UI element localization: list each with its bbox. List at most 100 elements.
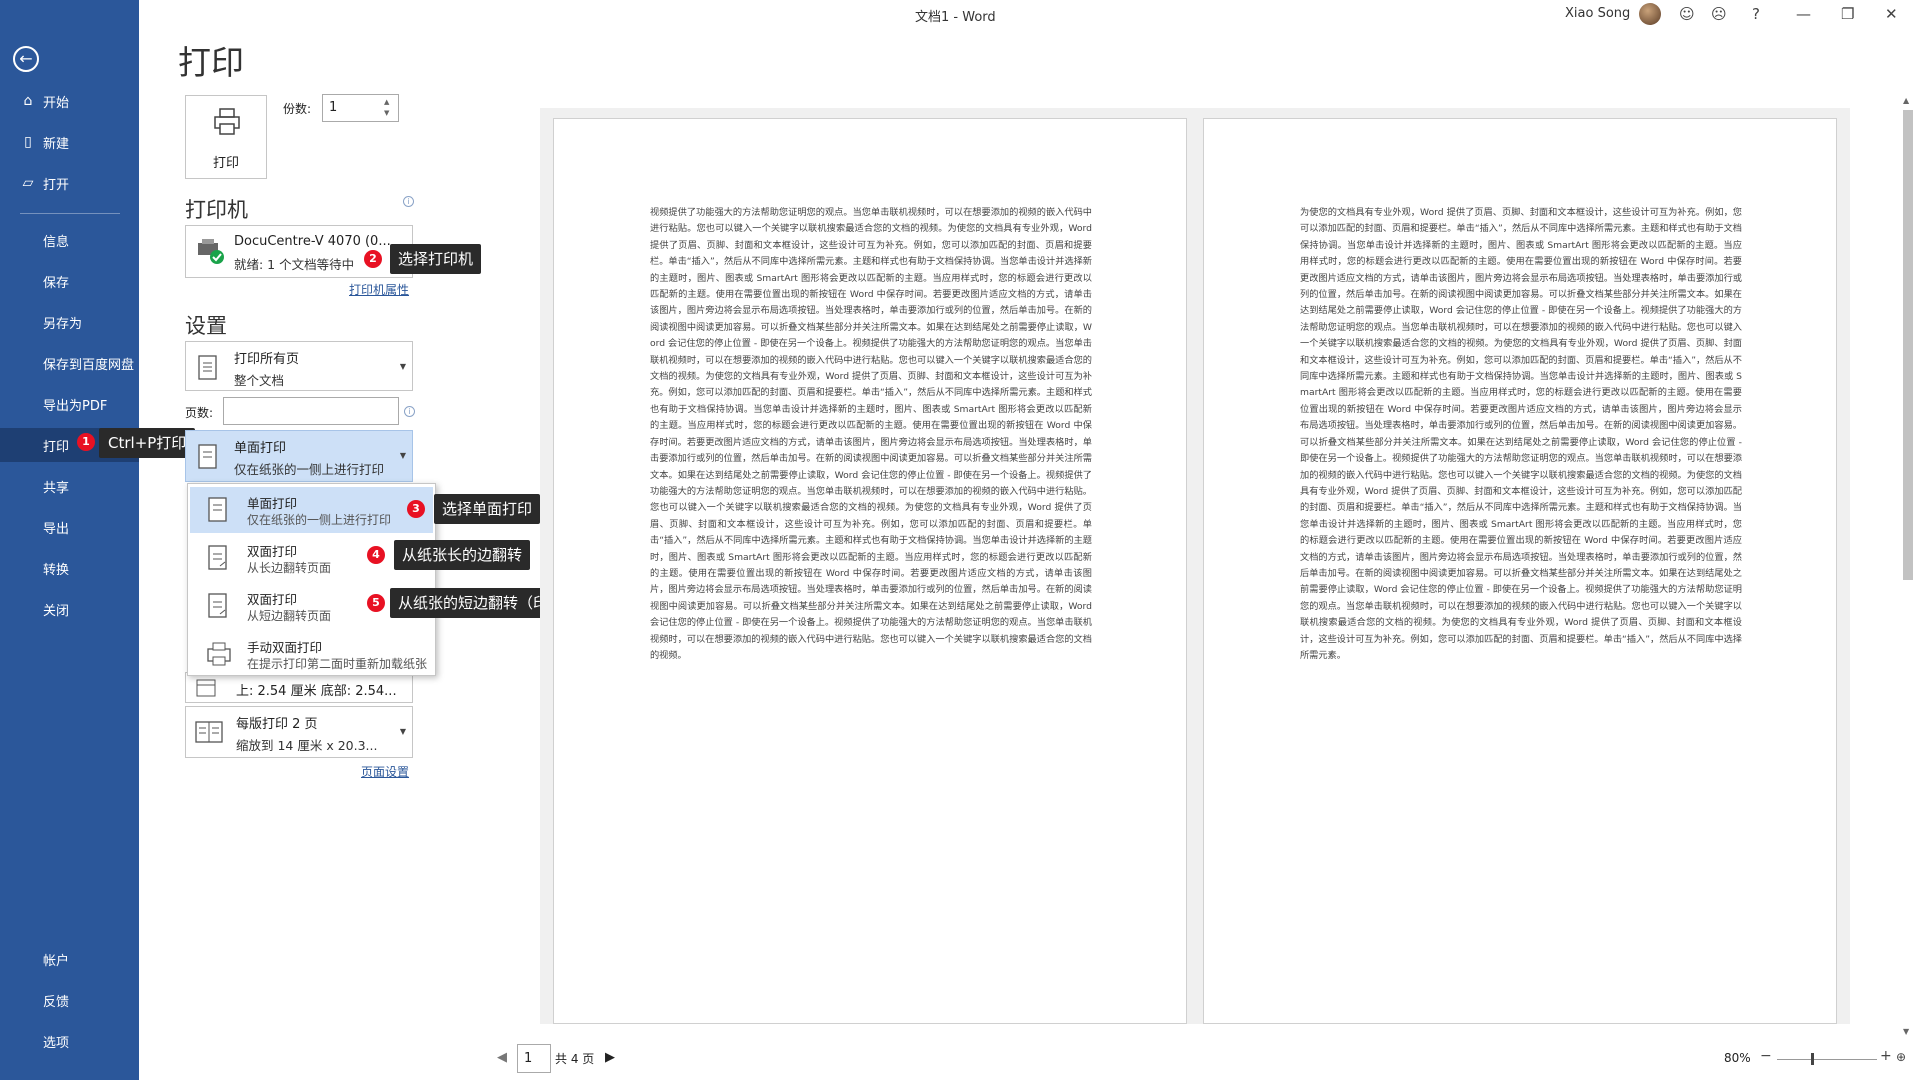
printer-properties-link[interactable]: 打印机属性 [349,281,409,298]
sidebar-item-label: 选项 [43,1035,70,1051]
scroll-thumb[interactable] [1903,110,1913,580]
sidebar-item-label: 导出为PDF [43,398,108,414]
printer-name: DocuCentre-V 4070 (0... [234,234,391,249]
page-number-input[interactable]: 1 [517,1044,551,1073]
open-folder-icon: ▱ [22,175,34,191]
sidebar-item-info[interactable]: 信息 [0,223,139,257]
sidebar-item-label: 打印 [43,439,70,455]
menu-item-sub: 从长边翻转页面 [247,561,332,575]
print-button[interactable]: 打印 [185,95,267,179]
menu-item-manual-duplex[interactable]: 手动双面打印 在提示打印第二面时重新加载纸张 [190,631,433,677]
one-sided-callout: 选择单面打印 [434,494,541,524]
sidebar-item-export[interactable]: 导出 [0,510,139,544]
sidebar-item-share[interactable]: 共享 [0,469,139,503]
sidebar-item-label: 共享 [43,480,70,496]
scroll-up-icon[interactable]: ▲ [1903,96,1909,105]
step-badge: 4 [367,546,385,564]
menu-item-sub: 在提示打印第二面时重新加载纸张 [247,657,428,671]
sidebar-item-open[interactable]: ▱ 打开 [0,166,139,200]
sidebar-item-label: 帐户 [43,953,70,969]
zoom-slider[interactable] [1777,1059,1877,1060]
total-pages: 共 4 页 [555,1052,595,1066]
one-sided-icon [208,497,227,522]
home-icon: ⌂ [23,93,33,109]
previous-page-icon[interactable]: ◀ [497,1050,507,1065]
scroll-down-icon[interactable]: ▼ [1903,1027,1909,1036]
backstage-sidebar: ← ⌂ 开始 ▯ 新建 ▱ 打开 信息 保存 另存为 保存到百度网盘 导出为PD… [0,0,139,1080]
new-doc-icon: ▯ [24,134,32,150]
print-range-sub: 整个文档 [234,373,285,388]
zoom-in-icon[interactable]: + [1880,1048,1892,1064]
step-badge: 2 [364,250,382,268]
zoom-to-page-icon[interactable]: ⊕ [1896,1050,1906,1064]
margins-text: 上: 2.54 厘米 底部: 2.54... [236,684,397,699]
zoom-level[interactable]: 80% [1724,1051,1751,1065]
page-text: 视频提供了功能强大的方法帮助您证明您的观点。当您单击联机视频时，可以在想要添加的… [650,207,1092,661]
chevron-down-icon: ▼ [399,727,406,736]
menu-item-main: 双面打印 [247,592,298,607]
pages-per-sheet-sub: 缩放到 14 厘米 x 20.3... [236,738,378,753]
sidebar-item-close[interactable]: 关闭 [0,592,139,626]
close-icon[interactable]: ✕ [1885,4,1898,24]
sidebar-item-convert[interactable]: 转换 [0,551,139,585]
pages-label: 页数: [185,406,214,420]
page-setup-link[interactable]: 页面设置 [361,763,409,780]
menu-item-sub: 从短边翻转页面 [247,609,332,623]
sidebar-item-home[interactable]: ⌂ 开始 [0,84,139,118]
sidebar-item-label: 另存为 [43,316,83,332]
info-icon[interactable]: i [404,406,415,417]
two-pages-icon [195,721,223,743]
sidebar-divider [20,213,120,214]
frown-icon[interactable]: ☹ [1711,4,1727,24]
next-page-icon[interactable]: ▶ [605,1050,615,1065]
copies-stepper-icon[interactable]: ▲ ▼ [384,97,389,119]
printer-icon [214,108,240,135]
manual-duplex-icon [207,642,231,666]
sidebar-item-label: 信息 [43,234,70,250]
preview-page: 视频提供了功能强大的方法帮助您证明您的观点。当您单击联机视频时，可以在想要添加的… [553,118,1187,1024]
info-icon[interactable]: i [403,196,414,207]
step-badge: 1 [77,433,95,451]
sidebar-item-export-pdf[interactable]: 导出为PDF [0,387,139,421]
preview-page: 为使您的文档具有专业外观，Word 提供了页眉、页脚、封面和文本框设计，这些设计… [1203,118,1837,1024]
sidebar-item-label: 转换 [43,562,70,578]
sidebar-item-label: 新建 [43,136,70,152]
sidebar-item-account[interactable]: 帐户 [0,942,139,976]
sided-print-sub: 仅在纸张的一侧上进行打印 [234,462,385,477]
sidebar-item-options[interactable]: 选项 [0,1024,139,1058]
sidebar-item-label: 打开 [43,177,70,193]
smiley-icon[interactable]: ☺ [1679,4,1695,24]
sided-print-main: 单面打印 [234,441,287,456]
minimize-icon[interactable]: — [1796,4,1811,24]
sided-print-dropdown[interactable]: 单面打印 仅在纸张的一侧上进行打印 ▼ [185,430,413,482]
preview-scrollbar[interactable]: ▲ ▼ [1901,96,1915,1036]
sidebar-item-label: 反馈 [43,994,70,1010]
sidebar-item-save[interactable]: 保存 [0,264,139,298]
sidebar-item-feedback[interactable]: 反馈 [0,983,139,1017]
document-pages-icon [198,355,217,380]
sidebar-item-label: 导出 [43,521,70,537]
sidebar-item-new[interactable]: ▯ 新建 [0,125,139,159]
zoom-out-icon[interactable]: − [1760,1048,1772,1064]
avatar[interactable] [1639,3,1661,25]
page-text: 为使您的文档具有专业外观，Word 提供了页眉、页脚、封面和文本框设计，这些设计… [1300,207,1742,661]
restore-icon[interactable]: ❐ [1841,4,1854,24]
printer-ready-icon [198,239,224,264]
sidebar-item-save-as[interactable]: 另存为 [0,305,139,339]
print-range-dropdown[interactable]: 打印所有页 整个文档 ▼ [185,341,413,391]
user-name[interactable]: Xiao Song [1565,6,1630,21]
print-range-main: 打印所有页 [234,352,300,367]
menu-item-main: 手动双面打印 [247,640,323,655]
menu-item-main: 单面打印 [247,496,298,511]
sidebar-item-save-baidu[interactable]: 保存到百度网盘 [0,346,139,380]
margins-icon [196,679,216,697]
back-arrow-icon[interactable]: ← [13,46,39,72]
menu-item-one-sided[interactable]: 单面打印 仅在纸张的一侧上进行打印 [190,487,433,533]
help-icon[interactable]: ? [1752,4,1760,24]
sidebar-item-label: 保存 [43,275,70,291]
menu-item-sub: 仅在纸张的一侧上进行打印 [247,513,392,527]
zoom-slider-thumb[interactable] [1811,1053,1814,1065]
pages-input[interactable] [223,397,399,425]
pages-per-sheet-dropdown[interactable]: 每版打印 2 页 缩放到 14 厘米 x 20.3... ▼ [185,706,413,758]
sidebar-item-label: 开始 [43,95,70,111]
